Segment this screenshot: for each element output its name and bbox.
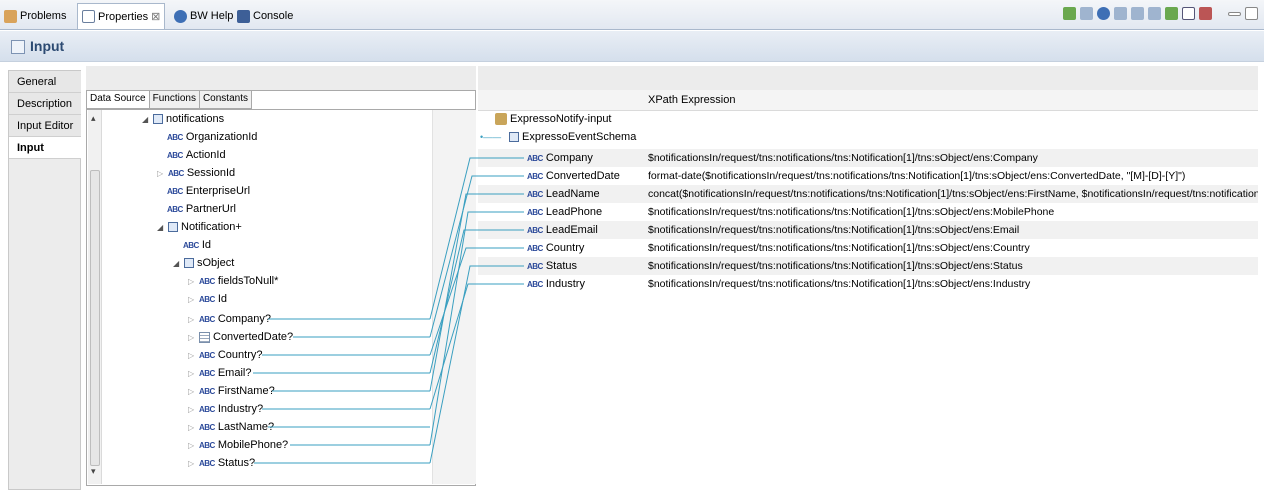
connector-line	[429, 265, 524, 464]
connector-line	[429, 211, 524, 446]
connector-line	[429, 283, 524, 410]
connector-line	[429, 157, 524, 320]
mapping-connectors	[253, 157, 524, 464]
connector-line	[429, 229, 524, 374]
